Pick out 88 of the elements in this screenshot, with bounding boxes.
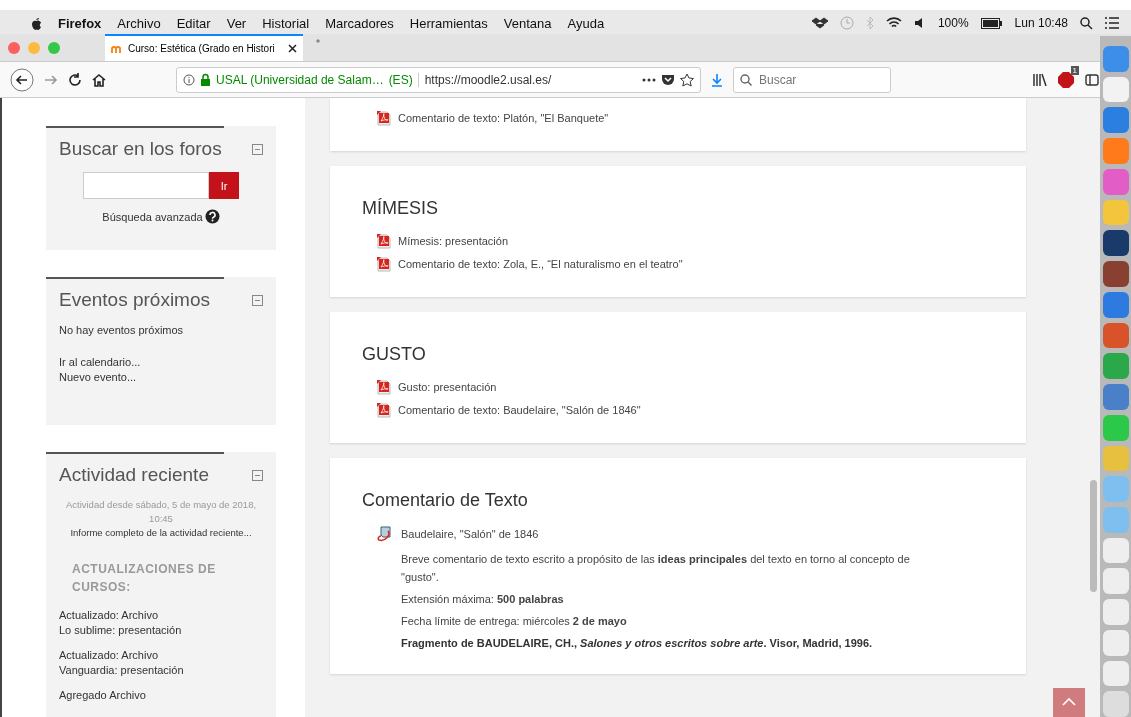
section-title: MÍMESIS bbox=[362, 198, 439, 219]
scrollbar-thumb[interactable] bbox=[1090, 480, 1097, 592]
reload-icon[interactable] bbox=[68, 72, 82, 87]
back-icon[interactable] bbox=[10, 67, 34, 92]
update-item-link[interactable]: Vanguardia: presentación bbox=[59, 663, 263, 678]
search-input[interactable] bbox=[83, 172, 209, 199]
search-icon bbox=[740, 73, 752, 86]
go-button[interactable]: Ir bbox=[209, 172, 239, 199]
resource-link[interactable]: Gusto: presentación bbox=[398, 381, 497, 393]
menu-item[interactable]: Historial bbox=[262, 15, 310, 31]
dock-app-icon[interactable] bbox=[1103, 230, 1129, 257]
pocket-icon[interactable] bbox=[661, 73, 675, 86]
window-control-button[interactable] bbox=[28, 41, 40, 54]
pdf-file-icon bbox=[376, 379, 392, 395]
dropbox-icon[interactable] bbox=[811, 17, 828, 29]
resource-link[interactable]: Mímesis: presentación bbox=[398, 235, 509, 247]
collapse-icon[interactable] bbox=[252, 294, 263, 306]
moodle-logo-icon bbox=[111, 43, 123, 54]
battery-percent: 100% bbox=[937, 16, 969, 30]
calendar-link[interactable]: Nuevo evento... bbox=[59, 370, 263, 385]
update-action: Actualizado: Archivo bbox=[59, 608, 160, 623]
events-message: No hay eventos próximos bbox=[59, 323, 185, 338]
assignment-text: Extensión máxima: 500 palabras bbox=[401, 592, 565, 607]
search-field[interactable]: Buscar bbox=[733, 66, 891, 93]
site-country: (ES) bbox=[388, 72, 413, 87]
browser-tab[interactable]: Curso: Estética (Grado en Histori bbox=[105, 34, 303, 61]
update-item-link[interactable]: Lo sublime: presentación bbox=[59, 623, 263, 638]
assignment-text: Fragmento de BAUDELAIRE, CH., Salones y otros escritos sobre arte. Visor, Madrid, 1996. bbox=[401, 636, 874, 651]
section-title: GUSTO bbox=[362, 344, 427, 365]
address-bar[interactable]: USAL (Universidad de Salam… (ES) https://moodle2.usal.es/ bbox=[176, 66, 701, 93]
assignment-link[interactable]: Baudelaire, "Salón" de 1846 bbox=[401, 528, 539, 540]
stop-sign-icon bbox=[1057, 70, 1075, 89]
assignment-text: Fecha límite de entrega: miércoles 2 de mayo bbox=[401, 614, 628, 629]
battery-icon[interactable] bbox=[980, 17, 1003, 29]
bluetooth-icon[interactable] bbox=[865, 16, 874, 30]
site-identity: USAL (Universidad de Salam… bbox=[216, 72, 384, 87]
resource-link[interactable]: Comentario de texto: Zola, E., “El naturalismo en el teatro" bbox=[398, 258, 683, 270]
menu-item[interactable]: Marcadores bbox=[325, 15, 394, 31]
assignment-text: Breve comentario de texto escrito a propósito de las ideas principales del texto en torno al concepto de "gusto". bbox=[401, 552, 911, 585]
close-icon[interactable] bbox=[288, 44, 297, 53]
url-text: https://moodle2.usal.es/ bbox=[417, 72, 637, 87]
info-icon[interactable] bbox=[183, 73, 195, 86]
menu-item[interactable]: Herramientas bbox=[409, 15, 488, 31]
menu-item[interactable]: Ventana bbox=[503, 15, 552, 31]
block-title: Actividad reciente bbox=[59, 464, 209, 486]
update-action: Agregado Archivo bbox=[59, 688, 147, 703]
forward-icon[interactable] bbox=[44, 72, 58, 87]
help-icon[interactable] bbox=[204, 209, 220, 224]
block-title: Eventos próximos bbox=[59, 289, 210, 311]
advanced-search-link[interactable]: Búsqueda avanzada bbox=[102, 210, 203, 223]
home-icon[interactable] bbox=[92, 72, 106, 87]
wifi-icon[interactable] bbox=[885, 17, 902, 29]
notification-badge: 1 bbox=[1070, 65, 1079, 75]
window-control-button[interactable] bbox=[48, 41, 60, 54]
section-title: Comentario de Texto bbox=[362, 490, 529, 511]
update-action: Actualizado: Archivo bbox=[59, 648, 160, 663]
adblock-button[interactable]: 1 bbox=[1057, 70, 1075, 89]
resource-link[interactable]: Comentario de texto: Platón, "El Banquete" bbox=[398, 112, 609, 124]
menu-item[interactable]: Ayuda bbox=[567, 15, 605, 31]
collapse-icon[interactable] bbox=[252, 143, 263, 155]
more-icon[interactable] bbox=[642, 77, 656, 82]
activity-report-link[interactable]: Informe completo de la actividad reciente... bbox=[59, 526, 263, 540]
pdf-file-icon bbox=[376, 256, 392, 272]
activity-since: Actividad desde sábado, 5 de mayo de 2018, 10:45 bbox=[64, 498, 258, 526]
star-icon[interactable] bbox=[680, 72, 694, 87]
collapse-icon[interactable] bbox=[252, 469, 263, 481]
window-control-button[interactable] bbox=[8, 41, 20, 54]
list-icon[interactable] bbox=[1105, 17, 1119, 29]
app-menu[interactable]: Firefox bbox=[58, 15, 102, 31]
menubar-clock[interactable]: Lun 10:48 bbox=[1014, 16, 1068, 30]
calendar-link[interactable]: Ir al calendario... bbox=[59, 355, 263, 370]
download-icon[interactable] bbox=[711, 72, 723, 87]
apple-logo-icon[interactable] bbox=[30, 16, 42, 30]
clock-icon[interactable] bbox=[839, 16, 854, 30]
pdf-file-icon bbox=[376, 233, 392, 249]
sidebar-icon[interactable] bbox=[1085, 73, 1099, 86]
menu-item[interactable]: Archivo bbox=[117, 15, 161, 31]
search-icon[interactable] bbox=[1080, 16, 1093, 30]
menu-item[interactable]: Editar bbox=[176, 15, 211, 31]
resource-link[interactable]: Comentario de texto: Baudelaire, "Salón de 1846" bbox=[398, 404, 641, 416]
pdf-file-icon bbox=[376, 110, 392, 126]
menu-item[interactable]: Ver bbox=[226, 15, 247, 31]
lock-icon[interactable] bbox=[200, 73, 211, 86]
dock-app-icon[interactable] bbox=[1103, 261, 1129, 287]
updates-heading: ACTUALIZACIONES DE CURSOS: bbox=[72, 561, 217, 596]
block-title: Buscar en los foros bbox=[59, 138, 222, 160]
library-icon[interactable] bbox=[1033, 73, 1047, 86]
pdf-file-icon bbox=[376, 402, 392, 418]
